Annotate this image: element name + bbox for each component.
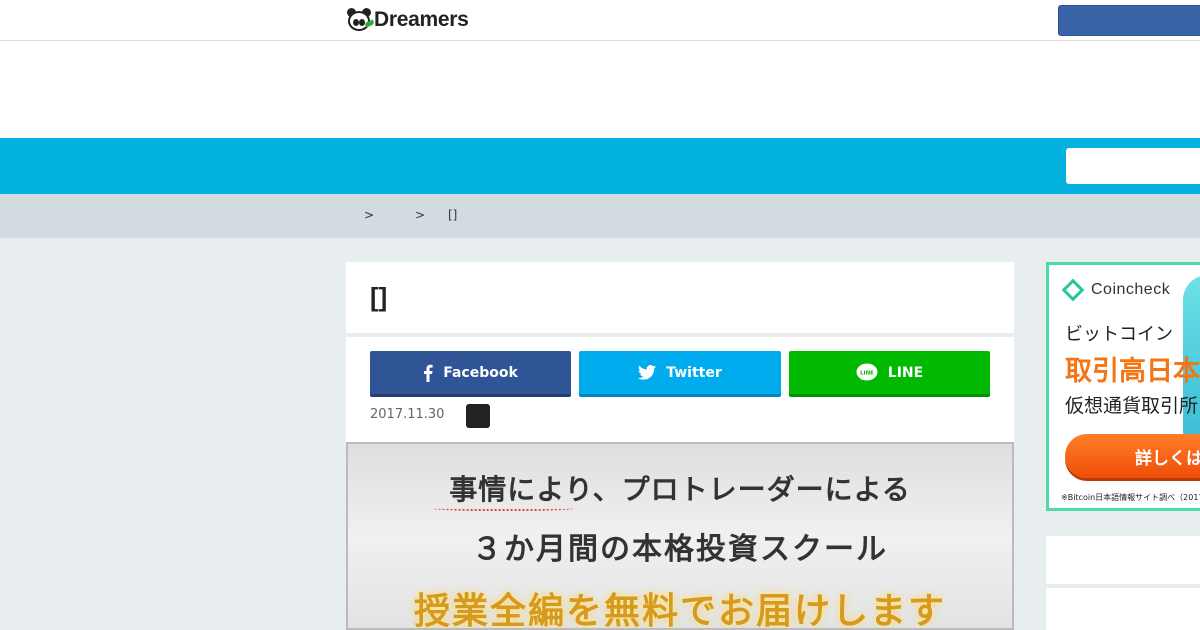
facebook-share-button[interactable]: Facebook — [370, 351, 571, 394]
header-button[interactable] — [1058, 5, 1200, 36]
breadcrumb-separator: > — [364, 208, 375, 222]
twitter-share-button[interactable]: Twitter — [579, 351, 781, 394]
line-share-button[interactable]: LINE LINE — [789, 351, 990, 394]
global-nav — [0, 138, 1200, 194]
twitter-icon — [638, 365, 657, 380]
sidebar-ad-coincheck[interactable]: Coincheck ビットコイン 取引高日本 仮想通貨取引所 詳しくは ※Bit… — [1046, 262, 1200, 511]
article-hero-image: 事情により、プロトレーダーによる ３か月間の本格投資スクール 授業全編を無料でお… — [346, 442, 1014, 630]
article-title-card: [] — [346, 262, 1014, 333]
ad-line-1: ビットコイン — [1065, 324, 1173, 345]
site-header: Dreamers — [0, 0, 1200, 41]
ad-line-2: 取引高日本 — [1065, 356, 1200, 387]
svg-text:LINE: LINE — [860, 370, 874, 376]
panda-icon — [346, 7, 375, 33]
sidebar-widget — [1046, 588, 1200, 630]
ad-line-3: 仮想通貨取引所 — [1065, 395, 1199, 417]
post-date: 2017.11.30 — [370, 407, 445, 422]
breadcrumb-separator: > — [415, 208, 426, 222]
logo-text: Dreamers — [374, 8, 469, 31]
category-badge[interactable] — [466, 404, 490, 428]
search-input[interactable] — [1066, 148, 1200, 184]
hero-line-2: ３か月間の本格投資スクール — [472, 532, 888, 567]
twitter-label: Twitter — [666, 364, 722, 381]
line-label: LINE — [887, 364, 924, 381]
facebook-label: Facebook — [443, 364, 518, 381]
article-body: Facebook Twitter LINE LINE 2017.11.30 事情… — [346, 337, 1014, 630]
line-icon: LINE — [856, 363, 878, 383]
ad-brand: Coincheck — [1091, 281, 1171, 298]
site-logo[interactable]: Dreamers — [346, 6, 469, 34]
sidebar-widget — [1046, 536, 1200, 584]
hero-line-1: 事情により、プロトレーダーによる — [449, 473, 911, 506]
top-ad-area — [0, 41, 1200, 138]
coincheck-diamond-icon — [1061, 278, 1085, 302]
facebook-icon — [423, 364, 433, 382]
breadcrumb — [0, 194, 1200, 238]
page-title: [] — [370, 282, 388, 312]
ad-footnote: ※Bitcoin日本語情報サイト調べ（2017 — [1061, 493, 1200, 502]
coincheck-logo: Coincheck — [1061, 278, 1171, 302]
ad-details-button[interactable]: 詳しくは — [1065, 434, 1200, 478]
breadcrumb-current: [] — [448, 208, 458, 222]
hero-line-3: 授業全編を無料でお届けします — [413, 591, 946, 630]
